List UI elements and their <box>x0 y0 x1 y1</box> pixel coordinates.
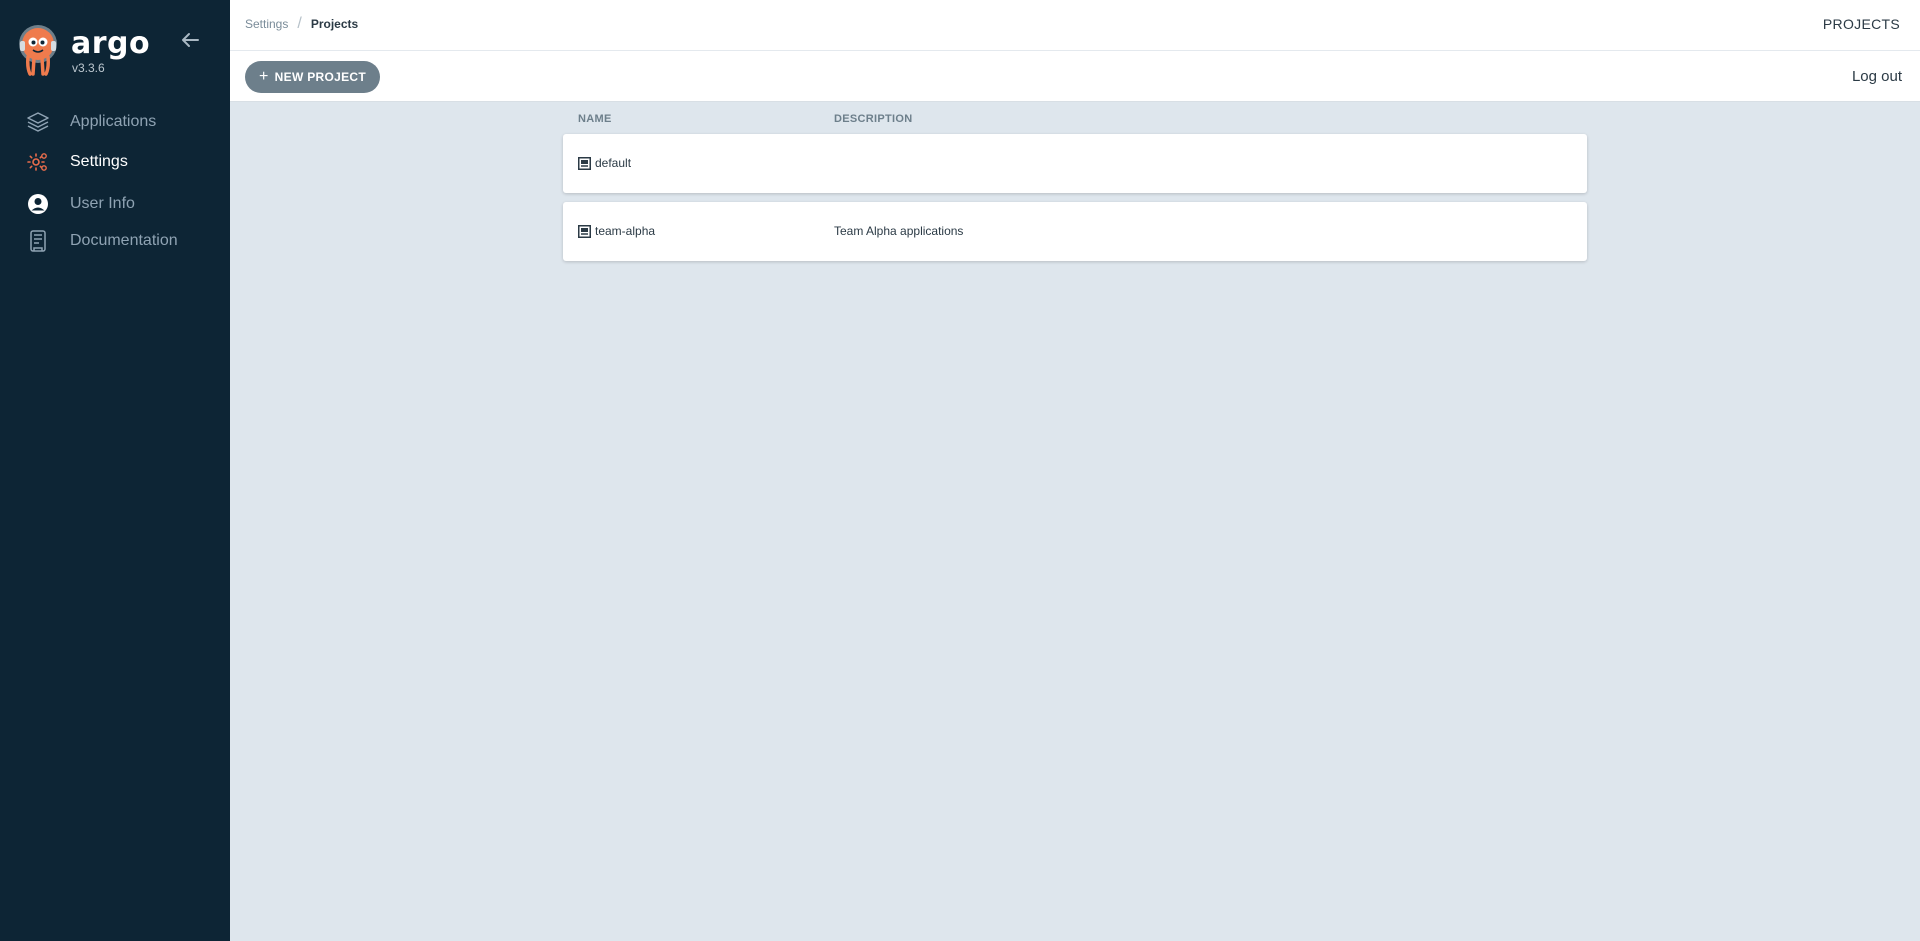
table-header: NAME DESCRIPTION <box>563 102 1587 134</box>
app-root: argo v3.3.6 Applications Settings User I… <box>0 0 1920 941</box>
sidebar: argo v3.3.6 Applications Settings User I… <box>0 0 230 941</box>
table-row[interactable]: default <box>563 134 1587 193</box>
column-header-name: NAME <box>578 113 612 125</box>
project-name: default <box>595 156 632 170</box>
table-row[interactable]: team-alpha Team Alpha applications <box>563 202 1587 261</box>
project-name: team-alpha <box>595 224 656 238</box>
version-label: v3.3.6 <box>72 61 105 75</box>
sidebar-item-label: Settings <box>70 153 128 170</box>
collapse-sidebar-button[interactable] <box>178 28 202 52</box>
breadcrumb-separator: / <box>297 15 302 32</box>
logout-link[interactable]: Log out <box>1852 68 1902 85</box>
project-description: Team Alpha applications <box>834 224 964 238</box>
sidebar-item-label: User Info <box>70 195 135 212</box>
breadcrumb-current: Projects <box>310 17 359 31</box>
new-project-label: NEW PROJECT <box>274 70 366 84</box>
project-name-cell: team-alpha <box>578 224 655 238</box>
sidebar-item-applications[interactable]: Applications <box>0 104 230 140</box>
layers-icon <box>27 112 49 132</box>
sidebar-item-documentation[interactable]: Documentation <box>0 223 230 259</box>
project-icon <box>578 224 591 238</box>
plus-icon: + <box>259 68 269 85</box>
new-project-button[interactable]: + NEW PROJECT <box>245 61 380 93</box>
project-icon <box>578 156 591 170</box>
top-bar: Settings / Projects PROJECTS <box>230 0 1920 51</box>
brand-name: argo <box>71 26 151 61</box>
breadcrumb: Settings / Projects <box>245 15 359 32</box>
argo-octopus-logo-icon <box>19 25 57 76</box>
column-header-description: DESCRIPTION <box>834 113 913 125</box>
projects-table: NAME DESCRIPTION default team-alpha Team… <box>563 102 1587 270</box>
sidebar-item-user-info[interactable]: User Info <box>0 186 230 222</box>
toolbar: + NEW PROJECT Log out <box>230 51 1920 102</box>
gear-icon <box>27 153 47 171</box>
sidebar-item-label: Applications <box>70 113 157 130</box>
page-title: PROJECTS <box>1822 16 1900 32</box>
breadcrumb-settings-link[interactable]: Settings <box>245 17 288 31</box>
project-name-cell: default <box>578 156 631 170</box>
sidebar-item-settings[interactable]: Settings <box>0 144 230 180</box>
user-circle-icon <box>28 194 48 214</box>
book-icon <box>30 230 46 252</box>
arrow-left-icon <box>182 33 199 47</box>
sidebar-item-label: Documentation <box>70 232 178 249</box>
